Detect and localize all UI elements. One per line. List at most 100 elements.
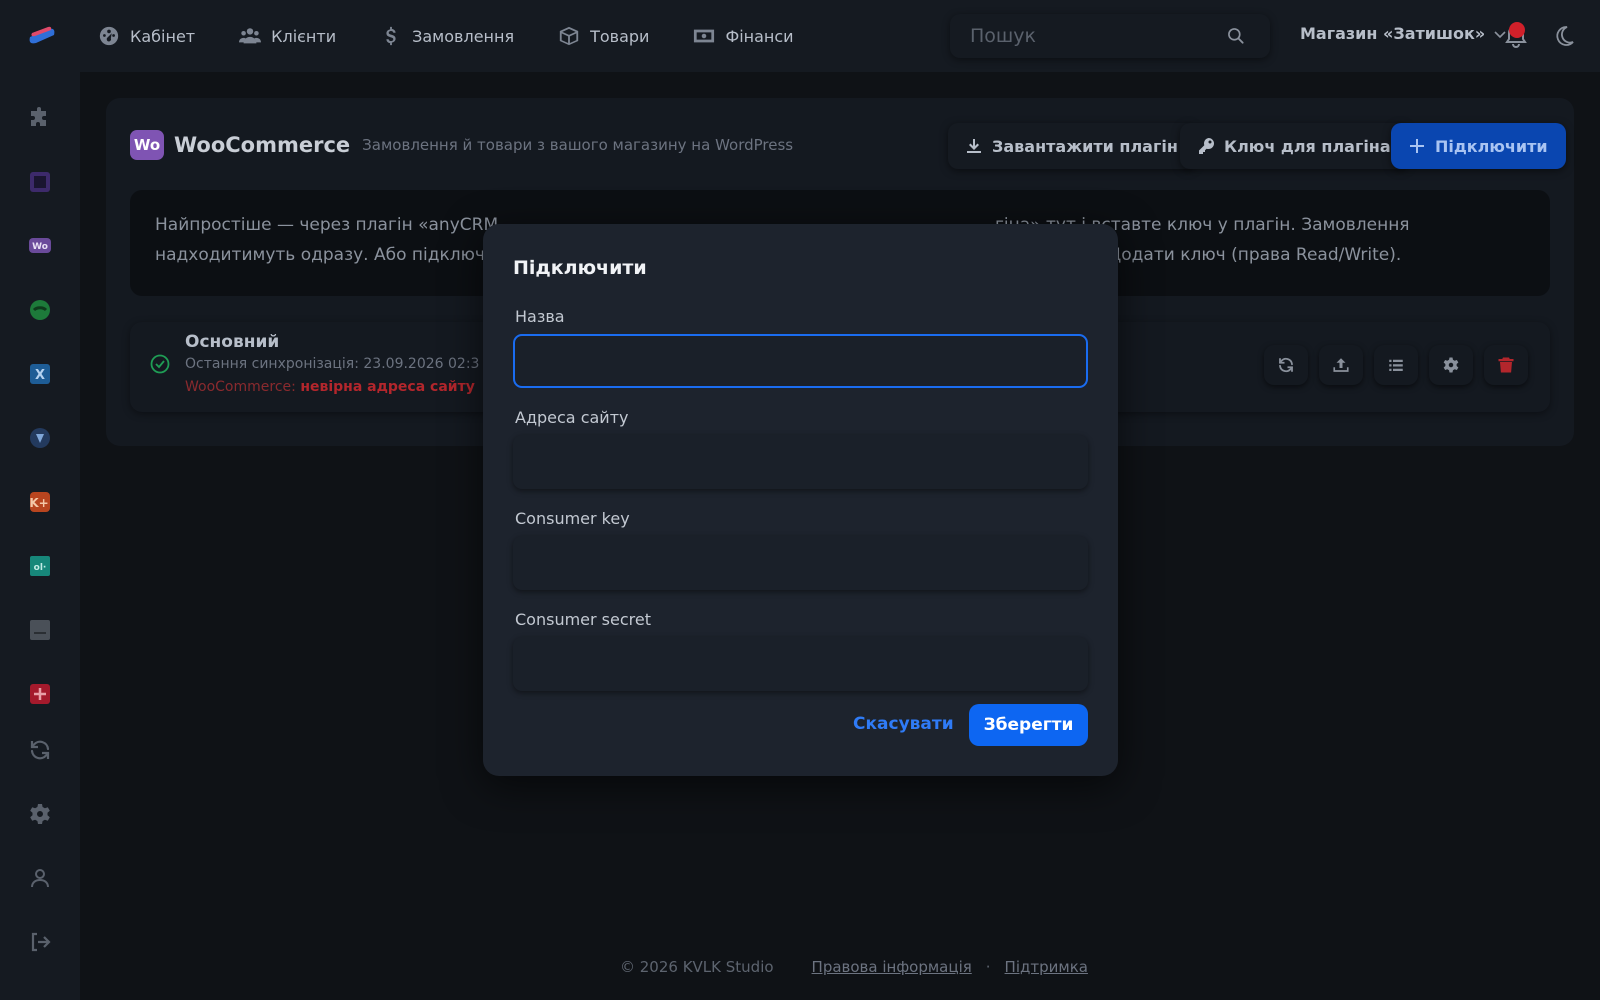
download-icon: [967, 139, 981, 153]
sync-button[interactable]: [1264, 345, 1308, 385]
sidebar-item-app-3[interactable]: [26, 296, 54, 324]
connection-sync-time: Остання синхронізація: 23.09.2026 02:3: [185, 356, 480, 372]
footer-copyright: © 2026 KVLK Studio: [620, 958, 774, 976]
dollar-icon: [386, 26, 396, 46]
settings-button[interactable]: [1429, 345, 1473, 385]
connect-label: Підключити: [1435, 136, 1548, 156]
dashboard-icon: [99, 26, 119, 46]
plus-icon: [1410, 139, 1424, 153]
notification-badge: 2: [1509, 22, 1525, 38]
moon-icon[interactable]: [1553, 25, 1575, 47]
integration-subtitle: Замовлення й товари з вашого магазину на…: [362, 136, 794, 154]
puzzle-icon: [31, 107, 46, 126]
sync-icon: [30, 740, 50, 760]
footer-legal-link[interactable]: Правова інформація: [812, 958, 972, 976]
search-box: [950, 14, 1270, 58]
connection-error-message: невірна адреса сайту: [300, 379, 475, 395]
square-app-icon: [30, 172, 50, 192]
gear-icon: [1443, 357, 1459, 373]
sidebar-item-app-8[interactable]: [26, 616, 54, 644]
footer-spacer: [788, 958, 798, 976]
footer: © 2026 KVLK Studio Правова інформація · …: [620, 958, 1088, 976]
app-logo[interactable]: [26, 23, 58, 49]
site-label: Адреса сайту: [515, 408, 629, 427]
k-plus-app-icon: K+: [29, 492, 50, 512]
search-input[interactable]: [970, 25, 1220, 47]
search-icon[interactable]: [1226, 26, 1246, 46]
connection-error-source: WooCommerce:: [185, 379, 296, 395]
key-icon: [1199, 138, 1214, 154]
sidebar-item-woocommerce[interactable]: Wo: [26, 232, 54, 260]
x-app-icon: X: [30, 364, 50, 384]
list-icon: [1389, 359, 1403, 371]
sidebar-item-app-1[interactable]: [26, 168, 54, 196]
name-field[interactable]: [513, 334, 1088, 388]
nav-dashboard-label: Кабінет: [130, 26, 196, 46]
sidebar-item-app-6[interactable]: K+: [26, 488, 54, 516]
sidebar-item-profile[interactable]: [26, 864, 54, 892]
footer-separator: ·: [985, 958, 991, 976]
plugin-key-label: Ключ для плагіна: [1224, 136, 1391, 156]
svg-text:X: X: [35, 368, 45, 383]
connect-button[interactable]: Підключити: [1391, 123, 1566, 169]
footer-support-link[interactable]: Підтримка: [1005, 958, 1088, 976]
nav-orders-label: Замовлення: [412, 26, 515, 46]
name-label: Назва: [515, 307, 565, 326]
user-icon: [31, 869, 49, 888]
plugin-key-button[interactable]: Ключ для плагіна: [1180, 123, 1409, 169]
top-bar: Кабінет Клієнти Замовлення Товари Фінанс…: [0, 0, 1600, 72]
woocommerce-icon: Wo: [29, 238, 51, 253]
sidebar-item-logout[interactable]: [26, 928, 54, 956]
nav-orders[interactable]: Замовлення: [380, 25, 514, 47]
sidebar-item-app-9[interactable]: [26, 680, 54, 708]
delete-button[interactable]: [1484, 345, 1528, 385]
integration-title: WooCommerce: [174, 133, 351, 157]
info-text-line2-end: Додати ключ (права Read/Write).: [1108, 245, 1402, 265]
sync-icon: [1279, 357, 1293, 373]
sidebar-item-settings[interactable]: [26, 800, 54, 828]
nav-dashboard[interactable]: Кабінет: [98, 25, 195, 47]
integration-header: Wo WooCommerce Замовлення й товари з ваш…: [130, 130, 793, 160]
consumer-secret-field[interactable]: [513, 637, 1088, 691]
store-name: Магазин «Затишок»: [1300, 24, 1486, 43]
woocommerce-logo: Wo: [130, 130, 164, 160]
download-plugin-label: Завантажити плагін: [992, 136, 1178, 156]
list-button[interactable]: [1374, 345, 1418, 385]
main-nav: Кабінет Клієнти Замовлення Товари Фінанс…: [98, 0, 794, 72]
sidebar: Wo X K+ ol·: [0, 72, 80, 1000]
info-text-line1: Найпростіше — через плагін «anyCRM: [155, 215, 499, 235]
download-plugin-button[interactable]: Завантажити плагін: [948, 123, 1196, 169]
sidebar-item-app-5[interactable]: [26, 424, 54, 452]
save-button[interactable]: Зберегти: [969, 704, 1088, 746]
cancel-button[interactable]: Скасувати: [853, 714, 954, 734]
sidebar-item-app-7[interactable]: ol·: [26, 552, 54, 580]
svg-text:ol·: ol·: [34, 563, 47, 573]
green-app-icon: [30, 300, 50, 320]
consumer-key-field[interactable]: [513, 536, 1088, 590]
svg-text:K+: K+: [29, 496, 48, 510]
upload-icon: [1333, 358, 1349, 372]
connect-modal: Підключити Назва Адреса сайту Consumer k…: [483, 224, 1118, 776]
users-icon: [239, 28, 262, 44]
nav-clients-label: Клієнти: [271, 26, 337, 46]
nav-finance[interactable]: Фінанси: [693, 25, 794, 47]
sidebar-item-app-4[interactable]: X: [26, 360, 54, 388]
check-circle-icon: [150, 354, 170, 374]
box-icon: [559, 26, 579, 46]
sidebar-item-sync[interactable]: [26, 736, 54, 764]
nav-products[interactable]: Товари: [558, 25, 649, 47]
sidebar-item-integrations[interactable]: [26, 104, 54, 132]
site-url-field[interactable]: [513, 435, 1088, 489]
logout-icon: [31, 932, 51, 952]
nav-clients[interactable]: Клієнти: [239, 25, 336, 47]
upload-button[interactable]: [1319, 345, 1363, 385]
info-text-line2: надходитимуть одразу. Або підключіт: [155, 245, 500, 265]
modal-title: Підключити: [513, 257, 647, 279]
nav-finance-label: Фінанси: [725, 26, 794, 46]
store-selector[interactable]: Магазин «Затишок»: [1300, 24, 1507, 43]
shield-app-icon: [30, 428, 50, 448]
consumer-key-label: Consumer key: [515, 509, 630, 528]
red-app-icon: [30, 684, 50, 704]
ok-app-icon: ol·: [30, 556, 50, 576]
money-icon: [694, 29, 715, 43]
